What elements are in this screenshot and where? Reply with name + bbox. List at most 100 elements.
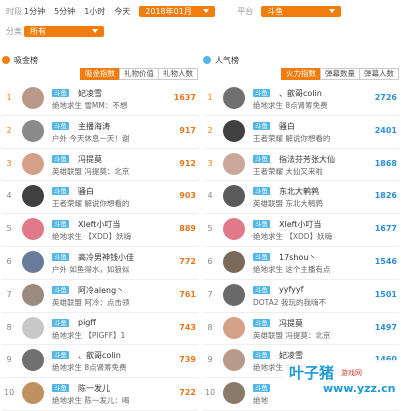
streamer-name[interactable]: Xleft小叮当	[78, 219, 120, 230]
platform-tag: 斗鱼	[253, 121, 270, 130]
avatar[interactable]	[223, 382, 245, 405]
list-item[interactable]: 3 斗鱼 指法芬芳张大仙 王者荣耀 大仙又来啦 1868	[203, 149, 399, 182]
platform-tag: 斗鱼	[253, 252, 270, 261]
watermark: 叶子猪 游戏网 www.yzz.cn	[283, 360, 401, 400]
avatar[interactable]	[223, 87, 245, 109]
list-item[interactable]: 4 斗鱼 骚白 王者荣耀 解说你想看的 903	[2, 181, 198, 215]
avatar[interactable]	[223, 218, 245, 241]
filter-bar: 时段 1分钟 5分钟 1小时 今天 2018年01月 平台 斗鱼 分类 所有	[0, 0, 401, 40]
avatar[interactable]	[22, 316, 44, 339]
tab-gift-value[interactable]: 礼物价值	[119, 68, 159, 80]
list-item[interactable]: 8 斗鱼 pigff 绝地求生 【PIGFF】1 743	[2, 313, 198, 346]
platform-tag: 斗鱼	[253, 384, 270, 393]
index-value: 2401	[374, 125, 397, 135]
avatar[interactable]	[22, 349, 44, 372]
streamer-name[interactable]: 骚白	[78, 186, 94, 197]
list-item[interactable]: 7 斗鱼 阿冷aleng丶 英雄联盟 阿冷：点击领 761	[2, 280, 198, 313]
tab-gift-index[interactable]: 吸金指数	[80, 68, 120, 80]
stream-description: 王者荣耀 解说你想看的	[253, 133, 331, 143]
gift-board-title: 吸金榜	[14, 55, 38, 65]
platform-tag: 斗鱼	[52, 187, 69, 196]
tab-danmaku-users[interactable]: 弹幕人数	[359, 68, 399, 80]
list-item[interactable]: 5 斗鱼 Xleft小叮当 绝地求生 【XDD】妖嗨 1677	[203, 214, 399, 247]
list-item[interactable]: 6 斗鱼 17shou丶 绝地求生 这个主播有点 1546	[203, 247, 399, 280]
streamer-name[interactable]: 、歆哥colin	[279, 88, 322, 99]
streamer-name[interactable]: 主播海涛	[78, 121, 110, 132]
streamer-name[interactable]: 指法芬芳张大仙	[279, 154, 335, 165]
streamer-name[interactable]: 东北大鹌鹑	[279, 186, 319, 197]
rank-number: 8	[6, 322, 12, 332]
rank-number: 9	[207, 355, 213, 365]
time-option-today[interactable]: 今天	[114, 6, 130, 17]
rank-number: 2	[6, 125, 12, 135]
tab-danmaku-count[interactable]: 弹幕数量	[320, 68, 360, 80]
avatar[interactable]	[223, 349, 245, 372]
streamer-name[interactable]: yyfyyf	[279, 285, 303, 294]
popularity-icon	[203, 56, 211, 64]
list-item[interactable]: 5 斗鱼 Xleft小叮当 绝地求生 【XDD】妖嗨 889	[2, 214, 198, 247]
rank-number: 5	[207, 224, 213, 234]
avatar[interactable]	[223, 283, 245, 306]
list-item[interactable]: 10 斗鱼 陈一发儿 绝地求生 陈一发儿：喝 722	[2, 378, 198, 411]
gift-board-tabs: 吸金指数 礼物价值 礼物人数	[2, 68, 198, 80]
platform-tag: 斗鱼	[52, 318, 69, 327]
list-item[interactable]: 9 斗鱼 、歆哥colin 绝地求生 8点肾筹免费 739	[2, 345, 198, 379]
month-dropdown[interactable]: 2018年01月	[139, 5, 216, 17]
category-dropdown[interactable]: 所有	[24, 25, 104, 37]
avatar[interactable]	[22, 152, 44, 175]
rank-number: 4	[207, 191, 213, 201]
avatar[interactable]	[22, 283, 44, 306]
index-value: 1637	[173, 93, 196, 102]
stream-description: 绝地求生 【XDD】妖嗨	[253, 232, 333, 242]
time-option-5min[interactable]: 5分钟	[54, 6, 75, 17]
list-item[interactable]: 3 斗鱼 冯提莫 英雄联盟 冯提莫：北京 912	[2, 149, 198, 182]
streamer-name[interactable]: pigff	[78, 318, 96, 327]
list-item[interactable]: 7 斗鱼 yyfyyf DOTA2 我玩的我嗨不 1501	[203, 280, 399, 313]
streamer-name[interactable]: 冯提莫	[279, 318, 303, 329]
avatar[interactable]	[22, 250, 44, 273]
avatar[interactable]	[22, 185, 44, 208]
stream-description: 英雄联盟 冯提莫：北京	[52, 166, 130, 176]
list-item[interactable]: 2 斗鱼 骚白 王者荣耀 解说你想看的 2401	[203, 116, 399, 149]
streamer-name[interactable]: Xleft小叮当	[279, 219, 321, 230]
avatar[interactable]	[223, 316, 245, 339]
index-value: 1501	[374, 289, 397, 299]
platform-tag: 斗鱼	[52, 285, 69, 294]
streamer-name[interactable]: 冯提莫	[78, 154, 102, 165]
avatar[interactable]	[223, 185, 245, 208]
streamer-name[interactable]: 高冷男神钱小佳	[78, 252, 134, 263]
stream-description: 绝地求生 8点肾筹免费	[52, 363, 127, 373]
list-item[interactable]: 8 斗鱼 冯提莫 英雄联盟 冯提莫：北京 1497	[203, 313, 399, 346]
time-option-1min[interactable]: 1分钟	[24, 6, 45, 17]
rank-number: 5	[6, 224, 12, 234]
platform-tag: 斗鱼	[52, 351, 69, 360]
list-item[interactable]: 1 斗鱼 、歆哥colin 绝地求生 8点肾筹免费 2726	[203, 83, 399, 116]
index-value: 903	[179, 191, 196, 201]
stream-description: 英雄联盟 阿冷：点击领	[52, 297, 130, 307]
streamer-name[interactable]: 骚白	[279, 121, 295, 132]
list-item[interactable]: 4 斗鱼 东北大鹌鹑 英雄联盟 东北大鹌鹑 1826	[203, 181, 399, 215]
avatar[interactable]	[22, 218, 44, 241]
tab-gift-count[interactable]: 礼物人数	[158, 68, 198, 80]
category-dropdown-value: 所有	[30, 26, 46, 36]
streamer-name[interactable]: 、歆哥colin	[78, 350, 121, 361]
list-item[interactable]: 6 斗鱼 高冷男神钱小佳 户外 如鱼得水，如狼似 772	[2, 247, 198, 280]
avatar[interactable]	[22, 119, 44, 142]
streamer-name[interactable]: 妃凌雪	[78, 88, 102, 99]
time-option-1hour[interactable]: 1小时	[84, 6, 105, 17]
avatar[interactable]	[22, 87, 44, 109]
streamer-name[interactable]: 17shou丶	[279, 252, 316, 263]
list-item[interactable]: 2 斗鱼 主播海涛 户外 今天休息一天！谢 917	[2, 116, 198, 149]
month-dropdown-value: 2018年01月	[145, 6, 192, 16]
list-item[interactable]: 1 斗鱼 妃凌雪 绝地求生 雪MM：不想 1637	[2, 83, 198, 116]
platform-dropdown[interactable]: 斗鱼	[261, 5, 342, 17]
streamer-name[interactable]: 阿冷aleng丶	[78, 285, 124, 296]
tab-fire-index[interactable]: 火力指数	[281, 68, 321, 80]
avatar[interactable]	[223, 119, 245, 142]
streamer-name[interactable]: 陈一发儿	[78, 383, 110, 394]
avatar[interactable]	[22, 382, 44, 405]
index-value: 772	[179, 256, 196, 266]
index-value: 1677	[374, 224, 397, 234]
avatar[interactable]	[223, 152, 245, 175]
avatar[interactable]	[223, 250, 245, 273]
